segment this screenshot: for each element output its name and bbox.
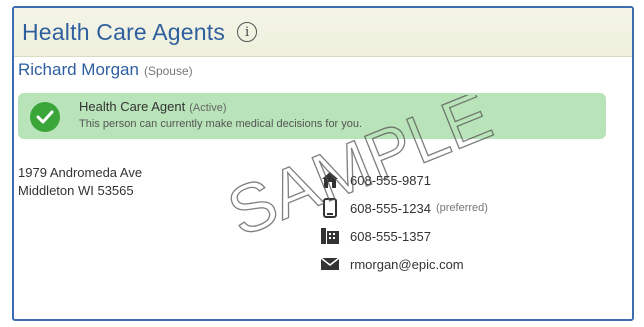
agent-address: 1979 Andromeda Ave Middleton WI 53565 xyxy=(18,164,142,200)
status-label: Health Care Agent xyxy=(79,99,186,114)
home-phone-number[interactable]: 608-555-9871 xyxy=(350,173,431,188)
info-icon[interactable]: i xyxy=(237,22,258,42)
address-line-1: 1979 Andromeda Ave xyxy=(18,165,143,180)
status-title: Health Care Agent (Active) xyxy=(79,99,227,114)
agent-name-link[interactable]: Richard Morgan xyxy=(18,60,139,80)
agent-row: Richard Morgan (Spouse) xyxy=(18,60,193,80)
status-description: This person can currently make medical d… xyxy=(79,118,363,130)
contact-home-phone: 608-555-9871 xyxy=(320,166,488,194)
preferred-note: (preferred) xyxy=(435,202,488,214)
home-phone-icon xyxy=(320,170,340,190)
email-address[interactable]: rmorgan@epic.com xyxy=(350,257,464,272)
address-line-2: Middleton WI 53565 xyxy=(18,183,134,198)
contact-list: 608-555-9871 608-555-1234 (preferred) 60… xyxy=(320,166,488,278)
agent-relationship: (Spouse) xyxy=(143,64,193,78)
contact-mobile-phone: 608-555-1234 (preferred) xyxy=(320,194,488,222)
mobile-phone-icon xyxy=(320,198,340,218)
mobile-phone-number[interactable]: 608-555-1234 xyxy=(350,201,431,216)
work-phone-icon xyxy=(320,226,340,246)
contact-work-phone: 608-555-1357 xyxy=(320,222,488,250)
work-phone-number[interactable]: 608-555-1357 xyxy=(350,229,431,244)
panel-header: Health Care Agents i xyxy=(14,8,632,57)
status-state: (Active) xyxy=(189,102,227,114)
email-icon xyxy=(320,254,340,274)
status-banner: Health Care Agent (Active) This person ca… xyxy=(18,93,606,139)
contact-email: rmorgan@epic.com xyxy=(320,250,488,278)
check-circle-icon xyxy=(30,102,60,132)
panel-title: Health Care Agents xyxy=(22,18,226,45)
